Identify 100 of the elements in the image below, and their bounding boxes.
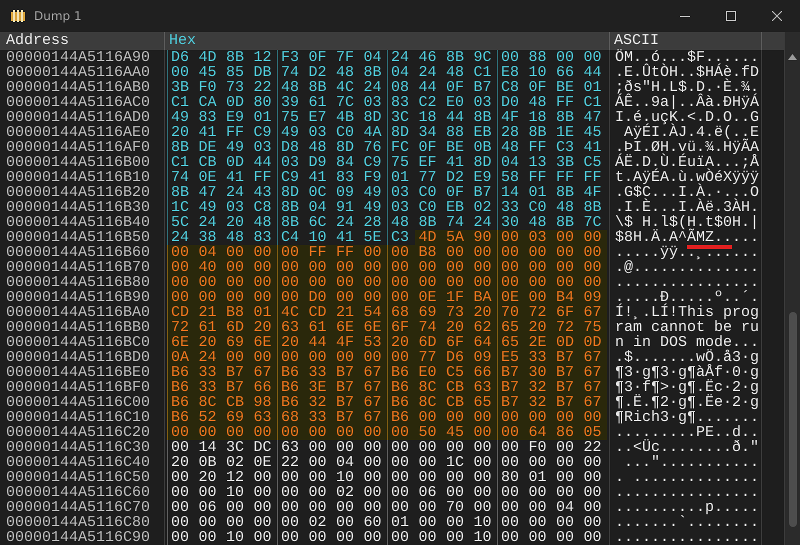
hex-byte: 00 (555, 485, 576, 500)
hex-byte: 24 (225, 185, 246, 200)
hex-byte: 7C (335, 95, 356, 110)
column-header[interactable]: ASCII (610, 32, 762, 50)
hex-byte: 45 (442, 425, 470, 440)
hex-byte: 1C (445, 455, 466, 470)
hex-byte: 41 (198, 125, 218, 140)
hex-byte: 00 (418, 500, 438, 515)
hex-byte: 65 (497, 335, 524, 350)
hex-byte: 00 (582, 50, 603, 65)
hex-byte: 53 (360, 335, 387, 350)
hex-byte: 00 (277, 485, 304, 500)
hex-byte: 4D (414, 230, 442, 245)
hex-byte: 09 (470, 350, 497, 365)
hex-byte: 6D (414, 335, 442, 350)
hex-byte: 33 (524, 350, 552, 365)
hex-byte: 00 (445, 515, 466, 530)
hex-byte: 8B (445, 50, 466, 65)
hex-byte: 00 (332, 350, 360, 365)
hex-byte: FF (555, 95, 576, 110)
ascii-text: ................ (615, 529, 760, 545)
hex-byte: D0 (304, 290, 332, 305)
hex-byte: 0F (445, 80, 466, 95)
hex-byte: 00 (308, 470, 328, 485)
hex-byte: 63 (470, 380, 497, 395)
hex-byte: 48 (308, 140, 328, 155)
hex-byte: 73 (442, 305, 470, 320)
hex-byte: 49 (362, 200, 383, 215)
hex-byte: 88 (445, 125, 466, 140)
address-cell: 00000144A5116B40 (0, 215, 165, 230)
hex-byte: 00 (418, 515, 438, 530)
hex-byte: 00 (250, 275, 277, 290)
hex-byte: 4D (198, 50, 218, 65)
address-cell: 00000144A5116AD0 (0, 110, 165, 125)
hex-byte: 4F (497, 110, 524, 125)
hex-byte: F3 (277, 50, 304, 65)
hex-byte: 83 (252, 230, 273, 245)
column-header[interactable]: Address (0, 32, 165, 50)
hex-byte: FF (528, 170, 548, 185)
hex-byte: 00 (414, 410, 442, 425)
hex-byte: 67 (580, 350, 607, 365)
hex-byte: 47 (198, 185, 218, 200)
hex-byte: 00 (524, 245, 552, 260)
hex-byte: 0D (552, 335, 580, 350)
hex-byte: 7F (335, 50, 356, 65)
hex-byte: 00 (524, 410, 552, 425)
hex-byte: 40 (194, 260, 222, 275)
hex-byte: 98 (250, 395, 277, 410)
hex-byte: 13 (528, 155, 548, 170)
hex-byte: 00 (277, 530, 304, 545)
address-cell: 00000144A5116BC0 (0, 335, 165, 350)
hex-byte: D2 (308, 65, 328, 80)
hex-byte: 00 (470, 410, 497, 425)
hex-byte: 18 (528, 110, 548, 125)
hex-byte: 00 (497, 275, 524, 290)
hex-byte: C0 (418, 185, 438, 200)
hex-byte: 00 (304, 275, 332, 290)
hex-byte: B7 (332, 365, 360, 380)
ascii-text: ¶3·g¶3·g¶àÅf·0·g (615, 364, 760, 381)
hex-byte: 8B (277, 200, 304, 215)
scrollbar-track[interactable] (785, 32, 800, 545)
hex-byte: 0D (225, 95, 246, 110)
hex-byte: 00 (360, 245, 387, 260)
column-header[interactable]: Hex (165, 32, 610, 50)
scroll-up-icon[interactable] (788, 54, 797, 60)
ascii-text: t.AÿÉA.ù.wÒéXÿÿÿ (615, 169, 760, 186)
ascii-text: .$.......wÖ.å3·g (615, 349, 760, 366)
hex-byte: B8 (414, 245, 442, 260)
hex-byte: 00 (277, 515, 304, 530)
hex-byte: 6F (442, 335, 470, 350)
hex-byte: 63 (277, 440, 304, 455)
hex-byte: 7C (582, 215, 603, 230)
hex-byte: 00 (552, 245, 580, 260)
address-cell: 00000144A5116C50 (0, 470, 165, 485)
hex-byte: C0 (528, 200, 548, 215)
hex-byte: 00 (198, 530, 218, 545)
hex-byte: 65 (470, 395, 497, 410)
scrollbar-thumb[interactable] (788, 312, 796, 527)
hex-byte: 3B (555, 155, 576, 170)
hex-byte: 00 (167, 65, 194, 80)
hex-byte: 8C (414, 395, 442, 410)
maximize-icon (726, 11, 736, 21)
hex-byte: 20 (470, 305, 497, 320)
hex-byte: 68 (387, 305, 414, 320)
ascii-text: .I.È...I.Àë.3ÀH. (615, 199, 760, 216)
hex-byte: 28 (497, 125, 524, 140)
address-cell: 00000144A5116BD0 (0, 350, 165, 365)
hex-byte: 00 (497, 230, 524, 245)
hex-byte: B7 (332, 380, 360, 395)
hex-byte: 00 (528, 485, 548, 500)
hex-byte: 03 (362, 95, 383, 110)
hex-byte: C9 (277, 170, 304, 185)
hex-byte: 00 (304, 350, 332, 365)
hex-byte: 01 (528, 185, 548, 200)
hex-byte: 00 (277, 425, 304, 440)
hex-byte: 01 (250, 305, 277, 320)
hex-byte: 04 (555, 500, 576, 515)
hex-byte: 00 (332, 260, 360, 275)
address-cell: 00000144A5116B10 (0, 170, 165, 185)
hex-byte: 00 (555, 455, 576, 470)
